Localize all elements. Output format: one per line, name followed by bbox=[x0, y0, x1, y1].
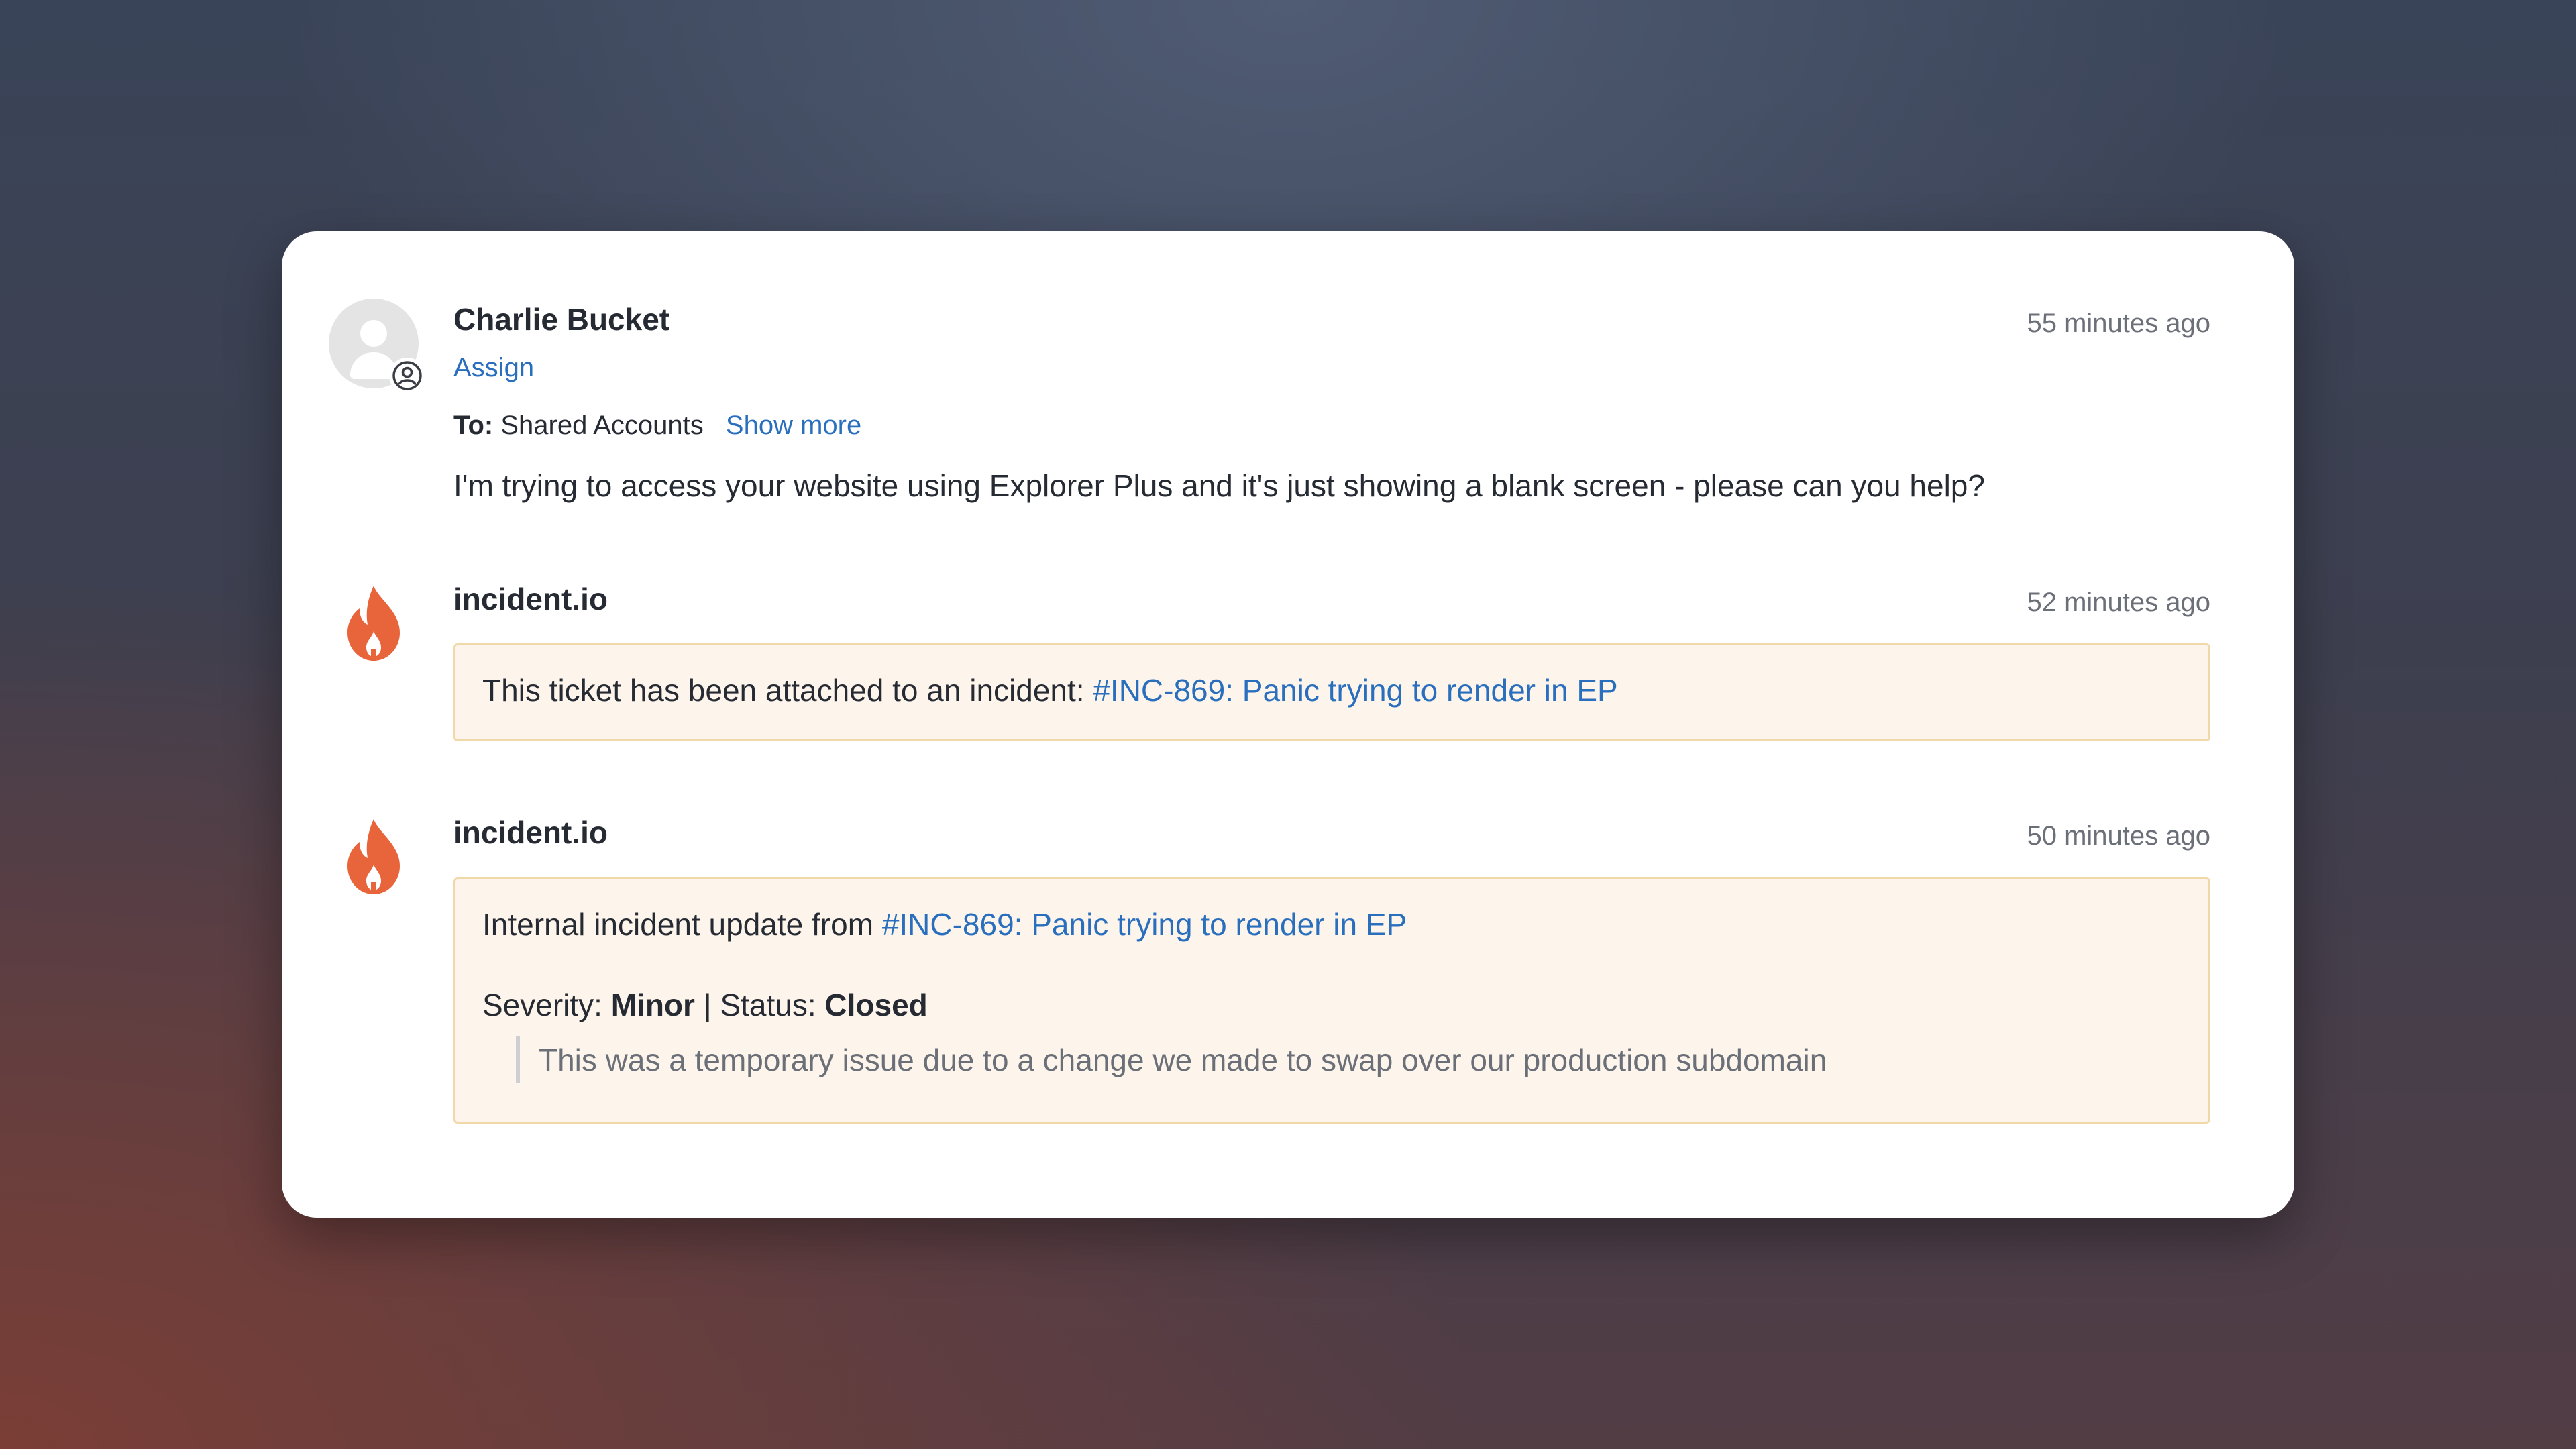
to-label: To: bbox=[453, 411, 494, 440]
incident-attached-note: This ticket has been attached to an inci… bbox=[453, 643, 2210, 741]
recipient-line: To: Shared Accounts Show more bbox=[453, 409, 861, 442]
incident-link[interactable]: #INC-869: Panic trying to render in EP bbox=[882, 907, 1407, 942]
severity-value: Minor bbox=[610, 987, 695, 1022]
message-body: I'm trying to access your website using … bbox=[453, 468, 1985, 503]
user-circle-icon bbox=[389, 358, 425, 394]
message-timestamp: 52 minutes ago bbox=[2027, 588, 2210, 617]
status-value: Closed bbox=[824, 987, 928, 1022]
note-text: Internal incident update from bbox=[482, 907, 882, 942]
recipient-value: Shared Accounts bbox=[500, 411, 704, 440]
message-timestamp: 50 minutes ago bbox=[2027, 821, 2210, 851]
update-quote: This was a temporary issue due to a chan… bbox=[516, 1036, 1827, 1083]
note-text: This ticket has been attached to an inci… bbox=[482, 673, 1093, 708]
sender-name: incident.io bbox=[453, 582, 608, 616]
status-label: | Status: bbox=[694, 987, 825, 1022]
show-more-link[interactable]: Show more bbox=[726, 411, 861, 440]
severity-status-line: Severity: Minor | Status: Closed bbox=[482, 985, 928, 1024]
severity-label: Severity: bbox=[482, 987, 611, 1022]
sender-name: incident.io bbox=[453, 815, 608, 850]
user-placeholder-icon bbox=[360, 320, 387, 347]
conversation-card: Charlie Bucket 55 minutes ago Assign To:… bbox=[282, 231, 2294, 1218]
sender-name: Charlie Bucket bbox=[453, 302, 670, 337]
flame-icon bbox=[343, 584, 404, 662]
message-timestamp: 55 minutes ago bbox=[2027, 309, 2210, 338]
assign-link[interactable]: Assign bbox=[453, 351, 534, 384]
incident-link[interactable]: #INC-869: Panic trying to render in EP bbox=[1093, 673, 1617, 708]
incident-update-note: Internal incident update from #INC-869: … bbox=[453, 877, 2210, 1124]
flame-icon bbox=[343, 818, 404, 896]
